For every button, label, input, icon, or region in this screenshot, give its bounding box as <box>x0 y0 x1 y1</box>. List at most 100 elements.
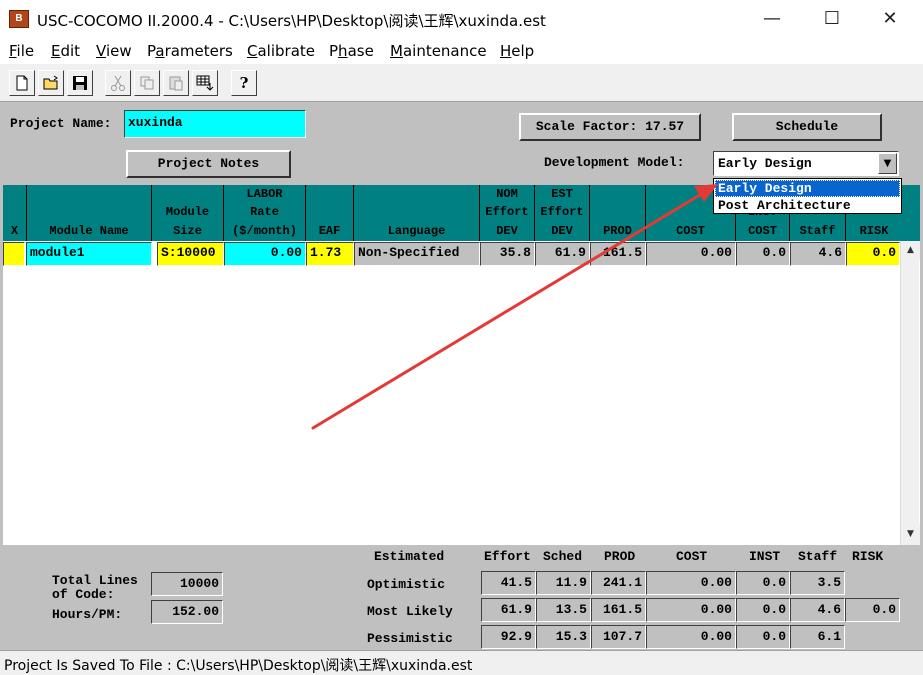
menu-phase-mnemonic: h <box>338 42 348 60</box>
paste-icon[interactable] <box>163 70 189 96</box>
maximize-button[interactable]: ☐ <box>812 6 852 32</box>
menu-calibrate-mnemonic: C <box>247 42 258 60</box>
optimistic-effort: 41.5 <box>481 571 536 595</box>
close-button[interactable]: ✕ <box>870 6 910 32</box>
pessimistic-cost: 0.00 <box>646 625 736 649</box>
header-eaf-label: EAF <box>318 224 341 238</box>
help-icon[interactable]: ? <box>231 70 257 96</box>
open-folder-icon[interactable] <box>38 70 64 96</box>
scroll-down-icon[interactable]: ▼ <box>901 525 920 544</box>
prod-cell: 161.5 <box>590 242 646 266</box>
eaf-cell[interactable]: 1.73 <box>306 242 354 266</box>
row-select-x[interactable] <box>3 242 25 266</box>
most-likely-label: Most Likely <box>367 604 453 619</box>
header-cost-label: COST <box>676 224 705 238</box>
option-post-architecture[interactable]: Post Architecture <box>715 197 900 214</box>
header-module-name-label: Module Name <box>49 224 129 238</box>
menu-view-mnemonic: V <box>96 42 106 60</box>
window-title: USC-COCOMO II.2000.4 - C:\Users\HP\Deskt… <box>37 12 546 30</box>
header-est-effort-line1: EST <box>551 187 573 201</box>
scroll-up-icon[interactable]: ▲ <box>901 241 920 260</box>
header-est-effort-line3: DEV <box>551 224 573 238</box>
estimated-header: Estimated <box>374 549 445 564</box>
header-nom-effort[interactable]: NOM Effort DEV <box>480 185 535 241</box>
labor-rate-cell[interactable]: 0.00 <box>224 242 306 266</box>
inst-header: INST <box>749 549 781 564</box>
menu-phase-prefix: P <box>329 42 339 60</box>
prod-header: PROD <box>604 549 636 564</box>
menu-phase-label: ase <box>347 42 374 60</box>
menu-file[interactable]: File <box>9 42 34 60</box>
menu-phase[interactable]: Phase <box>329 42 374 60</box>
option-early-design[interactable]: Early Design <box>715 180 900 197</box>
optimistic-inst: 0.0 <box>736 571 790 595</box>
scale-factor-button[interactable]: Scale Factor: 17.57 <box>519 113 701 141</box>
language-cell[interactable]: Non-Specified <box>354 242 480 266</box>
menu-edit[interactable]: Edit <box>51 42 80 60</box>
cut-icon[interactable] <box>105 70 131 96</box>
header-labor-rate-line3: ($/month) <box>232 224 297 238</box>
module-grid: module1 S:10000 0.00 1.73 Non-Specified … <box>3 241 920 545</box>
module-name-cell[interactable]: module1 <box>26 242 152 266</box>
project-name-input[interactable]: xuxinda <box>124 110 306 138</box>
development-model-select[interactable]: Early Design ▼ <box>713 151 899 176</box>
staff-cell: 4.6 <box>790 242 846 266</box>
cost-cell: 0.00 <box>646 242 736 266</box>
new-file-icon[interactable] <box>9 70 35 96</box>
header-module-size-line2: Size <box>173 224 202 238</box>
pessimistic-staff: 6.1 <box>790 625 845 649</box>
hours-per-pm-label: Hours/PM: <box>52 607 123 622</box>
most-likely-sched: 13.5 <box>536 598 591 622</box>
menu-calibrate[interactable]: Calibrate <box>247 42 315 60</box>
menu-help-mnemonic: H <box>500 42 512 60</box>
development-model-value: Early Design <box>718 156 812 171</box>
total-lines-label: Total Lines <box>52 573 138 588</box>
optimistic-staff: 3.5 <box>790 571 845 595</box>
hours-per-pm-input[interactable]: 152.00 <box>151 600 223 624</box>
header-prod[interactable]: PROD <box>590 185 646 241</box>
most-likely-inst: 0.0 <box>736 598 790 622</box>
header-inst-cost-line2: COST <box>748 224 777 238</box>
header-prod-label: PROD <box>603 224 632 238</box>
pessimistic-effort: 92.9 <box>481 625 536 649</box>
header-module-size[interactable]: Module Size <box>152 185 224 241</box>
optimistic-label: Optimistic <box>367 577 446 592</box>
header-labor-rate-line2: Rate <box>250 205 279 219</box>
header-eaf[interactable]: EAF <box>306 185 354 241</box>
pessimistic-label: Pessimistic <box>367 631 453 646</box>
menu-parameters[interactable]: Parameters <box>147 42 233 60</box>
app-icon: B <box>9 10 29 28</box>
pessimistic-inst: 0.0 <box>736 625 790 649</box>
status-text: Project Is Saved To File : C:\Users\HP\D… <box>4 658 473 674</box>
pessimistic-sched: 15.3 <box>536 625 591 649</box>
header-module-size-line1: Module <box>165 205 210 219</box>
header-est-effort[interactable]: EST Effort DEV <box>535 185 590 241</box>
menu-file-mnemonic: F <box>9 42 17 60</box>
header-risk-label: RISK <box>859 224 889 238</box>
header-module-name[interactable]: Module Name <box>27 185 152 241</box>
menu-help[interactable]: Help <box>500 42 534 60</box>
header-nom-effort-line2: Effort <box>485 205 529 219</box>
chevron-down-icon[interactable]: ▼ <box>878 153 897 174</box>
optimistic-prod: 241.1 <box>591 571 646 595</box>
minimize-button[interactable]: — <box>752 6 792 32</box>
menu-parameters-label: rameters <box>164 42 233 60</box>
save-disk-icon[interactable] <box>67 70 93 96</box>
header-language[interactable]: Language <box>354 185 480 241</box>
menu-view[interactable]: View <box>96 42 132 60</box>
module-size-cell[interactable]: S:10000 <box>157 242 224 266</box>
copy-icon[interactable] <box>134 70 160 96</box>
schedule-button[interactable]: Schedule <box>732 113 882 141</box>
status-bar: Project Is Saved To File : C:\Users\HP\D… <box>0 650 923 675</box>
header-labor-rate[interactable]: LABOR Rate ($/month) <box>224 185 306 241</box>
menu-calibrate-label: alibrate <box>257 42 316 60</box>
header-nom-effort-line3: DEV <box>496 224 518 238</box>
risk-cell[interactable]: 0.0 <box>846 242 900 266</box>
development-model-label: Development Model: <box>544 155 685 170</box>
grid-vertical-scrollbar[interactable]: ▲ ▼ <box>900 241 920 545</box>
menu-maintenance[interactable]: Maintenance <box>390 42 487 60</box>
menu-help-label: elp <box>511 42 535 60</box>
project-notes-button[interactable]: Project Notes <box>126 150 291 178</box>
add-module-icon[interactable] <box>192 70 218 96</box>
header-x[interactable]: X <box>3 185 27 241</box>
